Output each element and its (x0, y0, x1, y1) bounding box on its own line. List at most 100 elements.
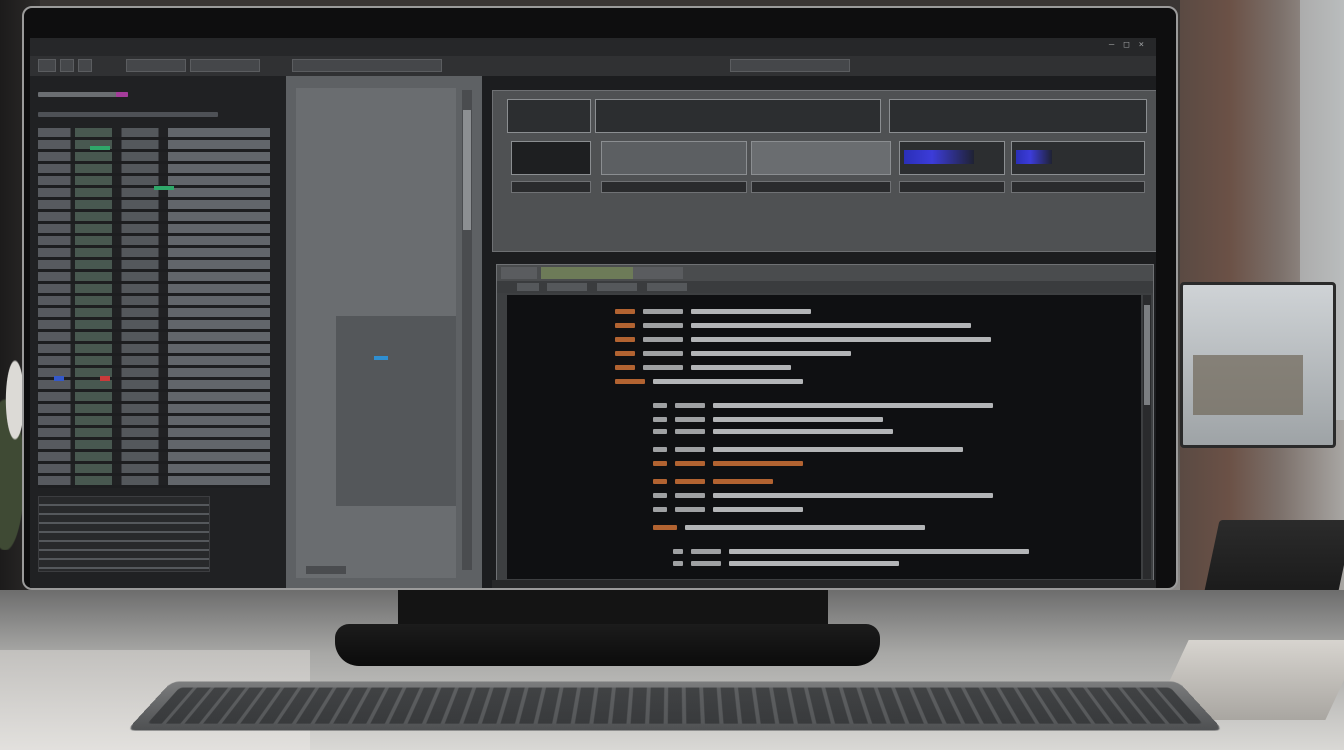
monitor: — □ × (22, 6, 1178, 590)
code-glyph-bar (691, 309, 811, 314)
editor-subtab-4[interactable] (647, 283, 687, 291)
code-glyph-bar (653, 379, 803, 384)
toolbar-button-4[interactable] (126, 59, 186, 72)
code-glyph-bar (691, 365, 791, 370)
editor-tab-3[interactable] (633, 267, 683, 279)
data-grid (38, 128, 270, 488)
code-glyph-bar (653, 525, 677, 530)
code-glyph-bar (653, 403, 667, 408)
editor-scrollbar[interactable] (1143, 295, 1151, 579)
preview-panel (492, 90, 1156, 252)
code-glyph-bar (673, 561, 683, 566)
file-tree-panel (286, 76, 482, 590)
keyboard (126, 681, 1223, 730)
preview-thumb-1[interactable] (507, 99, 591, 133)
editor-tab-bar (497, 265, 1153, 281)
file-tree-scroll-thumb[interactable] (463, 110, 471, 230)
green-indicator-2 (154, 186, 174, 190)
code-glyph-bar (615, 337, 635, 342)
magenta-marker (116, 92, 128, 97)
secondary-monitor-screen (1193, 355, 1303, 415)
code-glyph-bar (615, 323, 635, 328)
editor-subtab-2[interactable] (547, 283, 587, 291)
preview-thumb-2[interactable] (511, 141, 591, 175)
toolbar-button-2[interactable] (60, 59, 74, 72)
toolbar-tab-file[interactable] (292, 59, 442, 72)
red-indicator (100, 376, 110, 381)
code-block-mask (615, 307, 1075, 577)
panel-column-headers (38, 112, 218, 117)
code-glyph-bar (643, 351, 683, 356)
code-glyph-bar (691, 351, 851, 356)
preview-header-box[interactable] (595, 99, 881, 133)
code-glyph-bar (691, 549, 721, 554)
toolbar-button-5[interactable] (190, 59, 260, 72)
code-glyph-bar (653, 507, 667, 512)
code-editor (496, 264, 1154, 590)
tree-footer-button[interactable] (306, 566, 346, 574)
log-panel (38, 496, 210, 572)
app-status-bar (492, 580, 1156, 590)
blue-indicator (54, 376, 64, 381)
code-glyph-bar (713, 429, 893, 434)
preview-blue-image (904, 150, 974, 164)
preview-field-2[interactable] (601, 181, 747, 193)
code-glyph-bar (691, 323, 971, 328)
editor-tab-1[interactable] (501, 267, 537, 279)
preview-card-1[interactable] (601, 141, 747, 175)
editor-subtab-1[interactable] (517, 283, 539, 291)
code-glyph-bar (615, 351, 635, 356)
editor-tab-active[interactable] (541, 267, 611, 279)
panel-header-row (38, 92, 128, 97)
code-glyph-bar (713, 461, 803, 466)
preview-card-3[interactable] (899, 141, 1005, 175)
code-glyph-bar (615, 365, 635, 370)
code-glyph-bar (675, 447, 705, 452)
code-glyph-bar (675, 461, 705, 466)
code-glyph-bar (615, 379, 645, 384)
code-glyph-bar (653, 429, 667, 434)
code-glyph-bar (653, 479, 667, 484)
code-glyph-bar (729, 549, 1029, 554)
code-glyph-bar (643, 365, 683, 370)
preview-card-4[interactable] (1011, 141, 1145, 175)
editor-scroll-thumb[interactable] (1144, 305, 1150, 405)
screen: — □ × (30, 38, 1156, 590)
green-indicator-1 (90, 146, 110, 150)
code-glyph-bar (713, 493, 993, 498)
data-panel (30, 76, 286, 590)
window-controls[interactable]: — □ × (1109, 40, 1146, 50)
code-glyph-bar (653, 461, 667, 466)
code-glyph-bar (675, 429, 705, 434)
preview-info-box[interactable] (889, 99, 1147, 133)
preview-field-5[interactable] (1011, 181, 1145, 193)
code-glyph-bar (691, 561, 721, 566)
code-glyph-bar (713, 479, 773, 484)
code-glyph-bar (615, 309, 635, 314)
code-glyph-bar (653, 417, 667, 422)
code-glyph-bar (729, 561, 899, 566)
preview-field-3[interactable] (751, 181, 891, 193)
preview-field-1[interactable] (511, 181, 591, 193)
editor-subtabs (497, 281, 1153, 293)
preview-blue-image-2 (1016, 150, 1052, 164)
code-glyph-bar (675, 507, 705, 512)
preview-card-2[interactable] (751, 141, 891, 175)
file-tree-scrollbar[interactable] (462, 90, 472, 570)
editor-text-area[interactable] (507, 295, 1141, 579)
code-glyph-bar (685, 525, 925, 530)
toolbar-search[interactable] (730, 59, 850, 72)
code-glyph-bar (675, 417, 705, 422)
toolbar-button-3[interactable] (78, 59, 92, 72)
code-glyph-bar (713, 417, 883, 422)
preview-field-4[interactable] (899, 181, 1005, 193)
code-glyph-bar (713, 403, 993, 408)
code-glyph-bar (643, 309, 683, 314)
code-glyph-bar (675, 479, 705, 484)
toolbar-button-1[interactable] (38, 59, 56, 72)
title-bar: — □ × (30, 38, 1156, 57)
code-glyph-bar (643, 323, 683, 328)
monitor-base (335, 624, 880, 666)
editor-subtab-3[interactable] (597, 283, 637, 291)
code-glyph-bar (675, 493, 705, 498)
